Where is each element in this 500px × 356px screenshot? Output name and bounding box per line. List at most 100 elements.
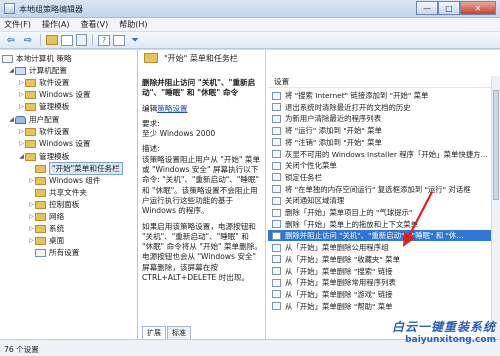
menu-action[interactable]: 操作(A) [42,19,70,30]
tree-node-shared-folders[interactable]: 共享文件夹 [28,187,87,198]
tab-standard[interactable]: 标准 [167,326,191,340]
collapsed-arrow-icon[interactable]: ▷ [28,213,35,220]
scrollbar-thumb[interactable] [493,90,499,200]
forward-arrow-icon[interactable]: ⇨ [21,34,35,47]
collapsed-arrow-icon[interactable]: ▷ [18,103,25,110]
policy-setting-icon [272,290,281,299]
expanded-arrow-icon[interactable]: ◢ [18,153,25,160]
tree-node-windows-components[interactable]: ▷ Windows 组件 [28,175,100,186]
menu-file[interactable]: 文件(F) [4,19,31,30]
collapsed-arrow-icon[interactable]: ▷ [28,201,35,208]
export-list-icon[interactable] [76,34,87,46]
setting-row[interactable]: 删除「开始」菜单项目上的 "气球提示" [268,207,500,218]
setting-row[interactable]: 从「开始」菜单删除 "收藏夹" 菜单 [268,254,500,265]
policy-setting-icon [272,173,281,182]
tree-node-local-policy[interactable]: 本地计算机 策略 [2,53,72,64]
folder-icon [35,200,46,209]
setting-row[interactable]: 从「开始」菜单删除 "搜索" 链接 [268,266,500,277]
tree-node-system[interactable]: ▷ 系统 [28,223,64,234]
setting-label: 关闭个性化菜单 [285,161,337,171]
setting-label: 删除「开始」菜单项目上的 "气球提示" [285,208,413,217]
policy-setting-icon [272,208,281,217]
window-controls: — □ ✕ [416,1,496,15]
filter-icon[interactable]: ⏷ [128,34,142,47]
settings-column-header[interactable]: 设置 [268,76,500,88]
expanded-arrow-icon[interactable]: ◢ [8,67,15,74]
policy-setting-icon [272,278,281,287]
menu-view[interactable]: 查看(V) [81,19,109,30]
setting-label: 灰显不可用的 Windows Installer 程序「开始」菜单快捷方… [285,149,488,159]
setting-row[interactable]: 从「开始」菜单删除公用程序组 [268,242,500,253]
description-text-1: 该策略设置阻止用户从 "开始" 菜单或 "Windows 安全" 屏幕执行以下命… [142,154,261,216]
collapsed-arrow-icon[interactable]: ▷ [28,177,35,184]
computer-icon [15,66,26,75]
status-text: 76 个设置 [4,345,39,354]
setting-row[interactable]: 从「开始」菜单删除 "游戏" 链接 [268,289,500,300]
collapsed-arrow-icon[interactable]: ▷ [18,140,25,147]
policy-setting-icon [272,161,281,170]
collapsed-arrow-icon[interactable]: ▷ [18,79,25,86]
policy-setting-icon [272,255,281,264]
policy-setting-icon [272,103,281,112]
collapsed-arrow-icon[interactable]: ▷ [18,128,25,135]
description-text-2: 如果启用该策略设置，电源按钮和 "关机"、"重新启动"、"睡眠" 和 "休眠" … [142,221,262,283]
setting-row-selected[interactable]: 删除并阻止访问 "关机"、"重新启动"、"睡眠" 和 "休… [268,230,500,242]
tree-node-control-panel[interactable]: ▷ 控制面板 [28,199,79,210]
maximize-button[interactable]: □ [438,1,460,15]
help-icon[interactable]: ? [98,34,110,46]
setting-label: 从「开始」菜单删除 "游戏" 链接 [285,289,393,299]
setting-row[interactable]: 关闭个性化菜单 [268,160,500,171]
setting-label: 退出系统时清除最近打开的文档的历史 [285,102,411,112]
setting-row[interactable]: 关闭通知区域清理 [268,195,500,206]
settings-folder-icon [35,248,46,257]
tree-node-user-config[interactable]: ◢ 用户配置 [8,114,59,125]
up-folder-icon[interactable] [46,35,58,45]
setting-row[interactable]: 从「开始」菜单删除常用程序列表 [268,277,500,288]
collapsed-arrow-icon[interactable]: ▷ [28,237,35,244]
settings-list: 设置 将 "搜索 Internet" 链接添加到 "开始" 菜单 退出系统时清除最… [268,50,500,339]
folder-icon [144,53,158,63]
back-arrow-icon[interactable]: ⇦ [4,34,18,47]
tab-extended[interactable]: 扩展 [142,326,166,340]
setting-row[interactable]: 将 "在单独的内存空间运行" 复选框添加到 "运行" 对话框 [268,184,500,195]
close-button[interactable]: ✕ [460,1,496,15]
policy-setting-icon [272,185,281,194]
tree-node-computer-config[interactable]: ◢ 计算机配置 [8,65,67,76]
tree-node-windows-settings[interactable]: ▷ Windows 设置 [18,89,90,100]
tree-node-user-software-settings[interactable]: ▷ 软件设置 [18,126,69,137]
edit-policy-link[interactable]: 策略设置 [157,104,187,113]
setting-row[interactable]: 退出系统时清除最近打开的文档的历史 [268,102,500,113]
tree-node-user-admin-templates[interactable]: ◢ 管理模板 [18,151,69,162]
setting-row[interactable]: 灰显不可用的 Windows Installer 程序「开始」菜单快捷方… [268,149,500,160]
policy-setting-icon [272,196,281,205]
description-header: "开始" 菜单和任务栏 [138,50,266,66]
setting-label: 将 "在单独的内存空间运行" 复选框添加到 "运行" 对话框 [285,184,471,194]
minimize-button[interactable]: — [416,1,438,15]
setting-row[interactable]: 锁定任务栏 [268,172,500,183]
show-hide-tree-icon[interactable] [61,34,73,46]
collapsed-arrow-icon[interactable]: ▷ [18,91,25,98]
setting-row[interactable]: 删除「开始」菜单上的拖放和上下文菜单 [268,219,500,230]
tree-node-desktop[interactable]: ▷ 桌面 [28,235,64,246]
tree-node-user-windows-settings[interactable]: ▷ Windows 设置 [18,138,90,149]
collapsed-arrow-icon[interactable]: ▷ [28,225,35,232]
setting-row[interactable]: 从「开始」菜单删除 "帮助" 菜单 [268,301,500,312]
setting-row[interactable]: 将 "运行" 添加到 "开始" 菜单 [268,125,500,136]
vertical-scrollbar[interactable] [491,76,500,339]
tree-node-network[interactable]: ▷ 网络 [28,211,64,222]
expanded-arrow-icon[interactable]: ◢ [8,116,15,123]
folder-icon [25,90,36,99]
policy-title: 删除并阻止访问 "关机"、"重新启动"、"睡眠" 和 "休眠" 命令 [142,78,256,98]
tree-node-admin-templates[interactable]: ▷ 管理模板 [18,101,69,112]
window-title: 本地组策略编辑器 [19,5,83,14]
setting-row[interactable]: 将 "注销" 添加到 "开始" 菜单 [268,137,500,148]
setting-row[interactable]: 为新用户清除最近的程序列表 [268,113,500,124]
setting-row[interactable]: 将 "搜索 Internet" 链接添加到 "开始" 菜单 [268,90,500,101]
tree-node-all-settings[interactable]: 所有设置 [28,247,79,258]
tree-node-start-menu-taskbar[interactable]: "开始"菜单和任务栏 [28,162,123,175]
setting-label: 从「开始」菜单删除 "帮助" 菜单 [285,301,393,311]
menu-help[interactable]: 帮助(H) [119,19,147,30]
folder-icon [35,176,46,185]
tree-node-software-settings[interactable]: ▷ 软件设置 [18,77,69,88]
properties-icon[interactable] [113,34,125,46]
